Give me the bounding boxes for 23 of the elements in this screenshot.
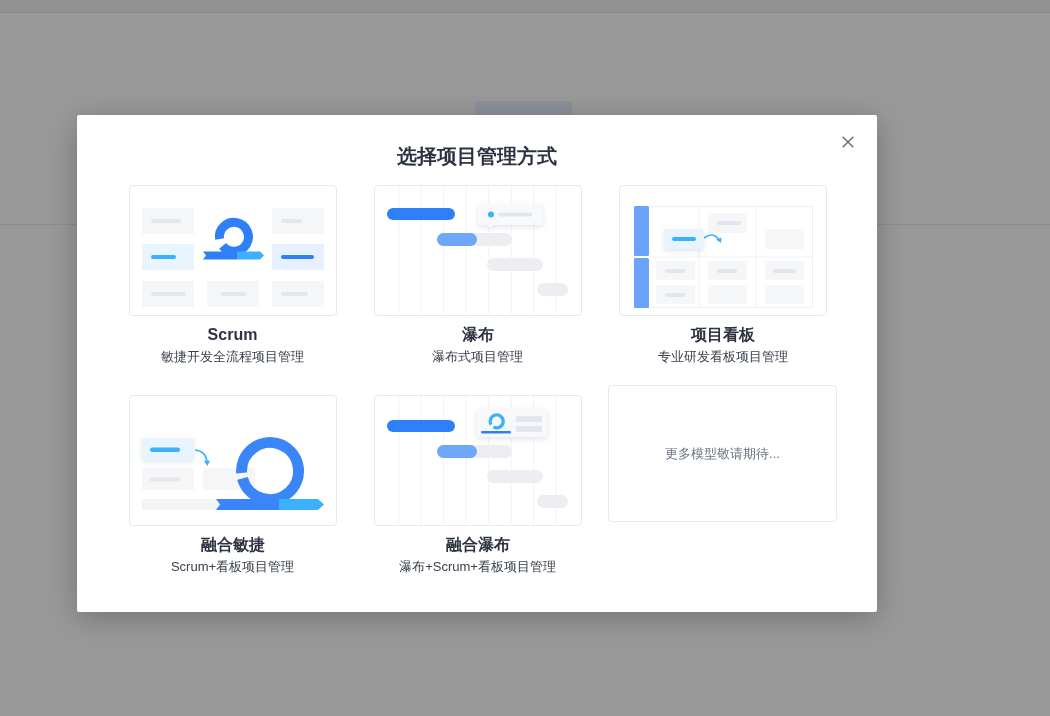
preview-card[interactable] (373, 395, 582, 526)
coming-soon-text: 更多模型敬请期待... (665, 444, 780, 463)
method-description: 瀑布式项目管理 (432, 348, 523, 366)
preview-card[interactable] (618, 185, 827, 316)
tooltip-drawing (476, 409, 547, 437)
method-title: 融合瀑布 (445, 535, 510, 555)
dialog-title: 选择项目管理方式 (397, 144, 557, 169)
gantt-bar (386, 420, 455, 432)
preview-card[interactable] (128, 185, 337, 316)
method-title: 瀑布 (461, 325, 494, 345)
gantt-bar (386, 208, 455, 220)
method-title: Scrum (207, 325, 258, 345)
preview-card[interactable] (128, 395, 337, 526)
method-description: Scrum+看板项目管理 (170, 558, 295, 576)
method-description: 敏捷开发全流程项目管理 (161, 348, 304, 366)
close-button[interactable] (842, 136, 854, 148)
close-icon (842, 136, 854, 148)
preview-card[interactable] (373, 185, 582, 316)
method-title: 融合敏捷 (200, 535, 265, 555)
method-title: 项目看板 (690, 325, 755, 345)
method-description: 瀑布+Scrum+看板项目管理 (399, 558, 556, 576)
method-description: 专业研发看板项目管理 (657, 348, 788, 366)
tooltip-drawing (477, 204, 543, 228)
